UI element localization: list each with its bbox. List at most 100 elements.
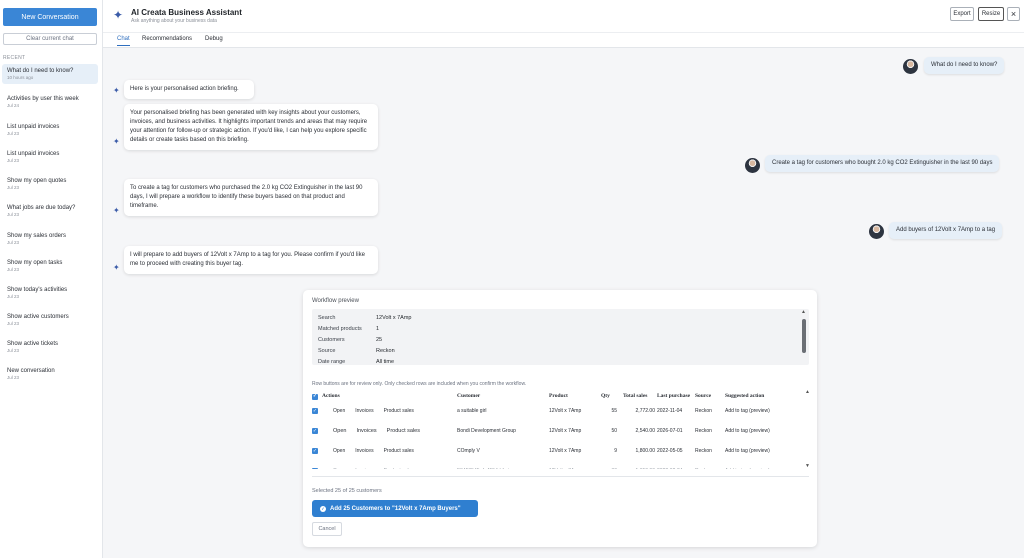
cell-product: 12Volt x 7Amp (549, 428, 582, 434)
row-checkbox[interactable]: ✓ (312, 408, 318, 414)
add-button-label: Add 25 Customers to "12Volt x 7Amp Buyer… (330, 505, 461, 512)
table-row: ✓ Open Invoices Product sales a suitable g… (312, 401, 798, 421)
history-item[interactable]: Show my open quotes Jul 23 (2, 174, 98, 194)
tab-chat[interactable]: Chat (117, 36, 130, 46)
summary-value: 25 (376, 337, 383, 343)
cell-qty: 9 (614, 448, 617, 454)
clear-chat-button[interactable]: Clear current chat (3, 33, 97, 45)
history-date: Jul 23 (7, 158, 20, 163)
row-checkbox[interactable]: ✓ (312, 428, 318, 434)
summary-key: Source (318, 348, 336, 354)
scroll-up-icon[interactable]: ▲ (805, 389, 810, 395)
cell-action: Add to tag (preview) (725, 408, 770, 414)
cell-source: Reckon (695, 461, 725, 469)
tab-debug[interactable]: Debug (205, 36, 223, 45)
product-sales-button[interactable]: Product sales (387, 428, 420, 434)
history-title: Show my open quotes (7, 178, 67, 184)
add-customers-to-tag-button[interactable]: ✓ Add 25 Customers to "12Volt x 7Amp Buy… (312, 500, 478, 517)
history-item[interactable]: Show today's activities Jul 23 (2, 283, 98, 303)
product-sales-button[interactable]: Product sales (384, 468, 414, 469)
cell-product: 12Volt x 7Amp (549, 448, 582, 454)
user-avatar (903, 59, 918, 74)
history-item[interactable]: What do I need to know? 10 hours ago (2, 64, 98, 84)
close-icon[interactable]: × (1007, 7, 1020, 21)
assistant-message: To create a tag for customers who purcha… (124, 179, 378, 216)
scroll-down-icon[interactable]: ▼ (805, 463, 810, 469)
row-checkbox[interactable]: ✓ (312, 468, 318, 469)
resize-button[interactable]: Resize (978, 7, 1004, 21)
cell-last-purchase: 2022-05-05 (657, 448, 683, 454)
tab-recommendations[interactable]: Recommendations (142, 36, 192, 45)
history-item[interactable]: New conversation Jul 23 (2, 364, 98, 384)
history-date: Jul 23 (7, 267, 20, 272)
history-date: Jul 23 (7, 348, 20, 353)
table-header: ✓ Actions Customer Product Qty Total sal… (312, 391, 798, 401)
history-item[interactable]: Show active tickets Jul 23 (2, 337, 98, 357)
invoices-button[interactable]: Invoices (355, 448, 373, 454)
user-message: Add buyers of 12Volt x 7Amp to a tag (889, 222, 1003, 239)
sparkle-icon: ✦ (113, 8, 124, 22)
open-button[interactable]: Open (333, 468, 345, 469)
history-item[interactable]: Activities by user this week Jul 24 (2, 92, 98, 112)
summary-key: Search (318, 315, 336, 321)
cell-last-purchase: 2022-02-24 (657, 461, 695, 469)
table-scrollbar[interactable]: ▲ ▼ (805, 389, 810, 469)
summary-key: Date range (318, 359, 346, 365)
cell-customer: COmply V (457, 448, 480, 454)
select-all-checkbox[interactable]: ✓ (312, 393, 318, 400)
assistant-message: I will prepare to add buyers of 12Volt x… (124, 246, 378, 274)
history-item[interactable]: What jobs are due today? Jul 23 (2, 201, 98, 221)
product-sales-button[interactable]: Product sales (384, 408, 414, 414)
history-date: Jul 23 (7, 131, 20, 136)
cell-product: 12Volt x 7Amp (549, 461, 601, 469)
cell-customer: F3453545 rfe4554drfert (457, 461, 549, 469)
table-row: ✓ Open Invoices Product sales COmply V 12V… (312, 441, 798, 461)
history-title: Show active customers (7, 314, 69, 320)
header: ✦ AI Creata Business Assistant Ask anyth… (103, 0, 1024, 33)
open-button[interactable]: Open (333, 428, 346, 434)
cancel-button[interactable]: Cancel (312, 522, 342, 536)
open-button[interactable]: Open (333, 448, 345, 454)
history-item[interactable]: List unpaid invoices Jul 23 (2, 147, 98, 167)
col-source: Source (695, 393, 712, 399)
table-row: ✓ Open Invoices Product sales Bondi Develo… (312, 421, 798, 441)
history-item[interactable]: Show my open tasks Jul 23 (2, 256, 98, 276)
history-title: Show my open tasks (7, 260, 63, 266)
summary-key: Customers (318, 337, 345, 343)
summary-value: 1 (376, 326, 380, 332)
invoices-button[interactable]: Invoices (356, 428, 376, 434)
history-date: Jul 23 (7, 212, 20, 217)
cell-qty: 30 (601, 461, 623, 469)
cell-source: Reckon (695, 428, 712, 434)
history-title: Activities by user this week (7, 96, 79, 102)
invoices-button[interactable]: Invoices (355, 408, 373, 414)
cell-total: 2,540.00 (635, 428, 655, 434)
cell-total: 2,772.00 (635, 408, 655, 414)
history-item[interactable]: Show my sales orders Jul 23 (2, 229, 98, 249)
scrollbar-thumb[interactable] (802, 319, 806, 353)
open-button[interactable]: Open (333, 408, 345, 414)
recent-label: RECENT (3, 55, 26, 61)
app-subtitle: Ask anything about your business data (131, 18, 217, 24)
export-button[interactable]: Export (950, 7, 974, 21)
product-sales-button[interactable]: Product sales (384, 448, 414, 454)
new-conversation-button[interactable]: New Conversation (3, 8, 97, 26)
history-title: What jobs are due today? (7, 205, 76, 211)
history-date: 10 hours ago (7, 75, 34, 80)
history-date: Jul 23 (7, 185, 20, 190)
row-checkbox[interactable]: ✓ (312, 448, 318, 454)
cell-product: 12Volt x 7Amp (549, 408, 582, 414)
invoices-button[interactable]: Invoices (355, 468, 373, 469)
cell-last-purchase: 2026-07-01 (657, 428, 683, 434)
history-title: What do I need to know? (7, 68, 74, 74)
col-suggested-action: Suggested action (725, 393, 765, 399)
cell-source: Reckon (695, 448, 712, 454)
user-message: Create a tag for customers who bought 2.… (765, 155, 1000, 172)
scroll-up-icon[interactable]: ▲ (801, 309, 806, 315)
cell-action: Add to tag (preview) (725, 428, 770, 434)
summary-scrollbar[interactable]: ▲ (801, 309, 806, 361)
history-item[interactable]: Show active customers Jul 23 (2, 310, 98, 330)
cell-source: Reckon (695, 408, 712, 414)
history-item[interactable]: List unpaid invoices Jul 23 (2, 120, 98, 140)
history-title: Show today's activities (7, 287, 68, 293)
